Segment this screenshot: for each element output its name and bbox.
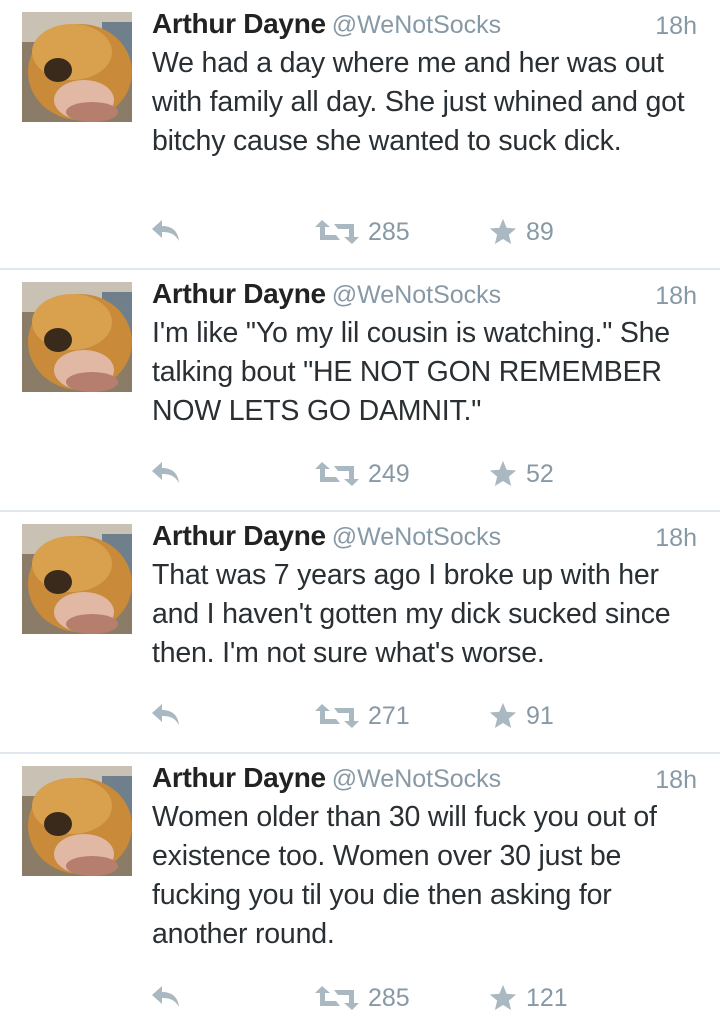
tweet-header: Arthur Dayne @WeNotSocks 18h <box>152 8 697 48</box>
reply-arrow-icon <box>152 220 179 241</box>
avatar[interactable] <box>22 766 132 876</box>
reply-button[interactable] <box>150 458 182 486</box>
retweet-icon <box>315 462 359 486</box>
retweet-icon <box>315 220 359 244</box>
tweet-timeline: Arthur Dayne @WeNotSocks 18h We had a day… <box>0 0 720 1012</box>
star-icon <box>489 702 517 728</box>
tweet[interactable]: Arthur Dayne @WeNotSocks 18h Women older … <box>0 754 720 1012</box>
star-icon <box>489 218 517 244</box>
retweet-button[interactable]: 249 <box>314 458 410 490</box>
tweet-actions: 271 91 <box>0 696 720 736</box>
author-handle[interactable]: @WeNotSocks <box>332 765 501 793</box>
author-handle[interactable]: @WeNotSocks <box>332 11 501 39</box>
reply-arrow-icon <box>152 704 179 725</box>
author-handle[interactable]: @WeNotSocks <box>332 281 501 309</box>
favorite-button[interactable]: 89 <box>488 216 554 248</box>
tweet-actions: 249 52 <box>0 454 720 494</box>
timestamp[interactable]: 18h <box>655 12 697 41</box>
timestamp[interactable]: 18h <box>655 766 697 795</box>
timestamp[interactable]: 18h <box>655 282 697 311</box>
retweet-button[interactable]: 285 <box>314 982 410 1014</box>
avatar[interactable] <box>22 524 132 634</box>
favorite-count: 52 <box>526 459 554 488</box>
favorite-button[interactable]: 91 <box>488 700 554 732</box>
tweet-text: I'm like "Yo my lil cousin is watching."… <box>152 317 670 427</box>
retweet-count: 285 <box>368 217 410 246</box>
reply-arrow-icon <box>152 986 179 1007</box>
author-name[interactable]: Arthur Dayne <box>152 520 326 551</box>
retweet-button[interactable]: 285 <box>314 216 410 248</box>
star-icon <box>489 984 517 1010</box>
favorite-count: 89 <box>526 217 554 246</box>
author-name[interactable]: Arthur Dayne <box>152 278 326 309</box>
tweet-text: That was 7 years ago I broke up with her… <box>152 559 671 669</box>
reply-button[interactable] <box>150 216 182 244</box>
avatar[interactable] <box>22 282 132 392</box>
retweet-icon <box>315 704 359 728</box>
favorite-count: 91 <box>526 701 554 730</box>
timestamp[interactable]: 18h <box>655 524 697 553</box>
tweet-actions: 285 89 <box>0 212 720 252</box>
favorite-count: 121 <box>526 983 568 1012</box>
reply-button[interactable] <box>150 982 182 1010</box>
retweet-button[interactable]: 271 <box>314 700 410 732</box>
tweet-header: Arthur Dayne @WeNotSocks 18h <box>152 762 697 802</box>
tweet[interactable]: Arthur Dayne @WeNotSocks 18h I'm like "Yo… <box>0 270 720 512</box>
author-handle[interactable]: @WeNotSocks <box>332 523 501 551</box>
avatar[interactable] <box>22 12 132 122</box>
reply-arrow-icon <box>152 462 179 483</box>
tweet[interactable]: Arthur Dayne @WeNotSocks 18h We had a day… <box>0 0 720 270</box>
reply-button[interactable] <box>150 700 182 728</box>
star-icon <box>489 460 517 486</box>
tweet-actions: 285 121 <box>0 978 720 1018</box>
tweet-text: We had a day where me and her was out wi… <box>152 47 685 157</box>
author-name[interactable]: Arthur Dayne <box>152 762 326 793</box>
retweet-count: 285 <box>368 983 410 1012</box>
tweet-text: Women older than 30 will fuck you out of… <box>152 801 657 950</box>
tweet-header: Arthur Dayne @WeNotSocks 18h <box>152 520 697 560</box>
tweet-header: Arthur Dayne @WeNotSocks 18h <box>152 278 697 318</box>
favorite-button[interactable]: 52 <box>488 458 554 490</box>
author-name[interactable]: Arthur Dayne <box>152 8 326 39</box>
favorite-button[interactable]: 121 <box>488 982 568 1014</box>
retweet-count: 271 <box>368 701 410 730</box>
retweet-count: 249 <box>368 459 410 488</box>
tweet[interactable]: Arthur Dayne @WeNotSocks 18h That was 7 y… <box>0 512 720 754</box>
